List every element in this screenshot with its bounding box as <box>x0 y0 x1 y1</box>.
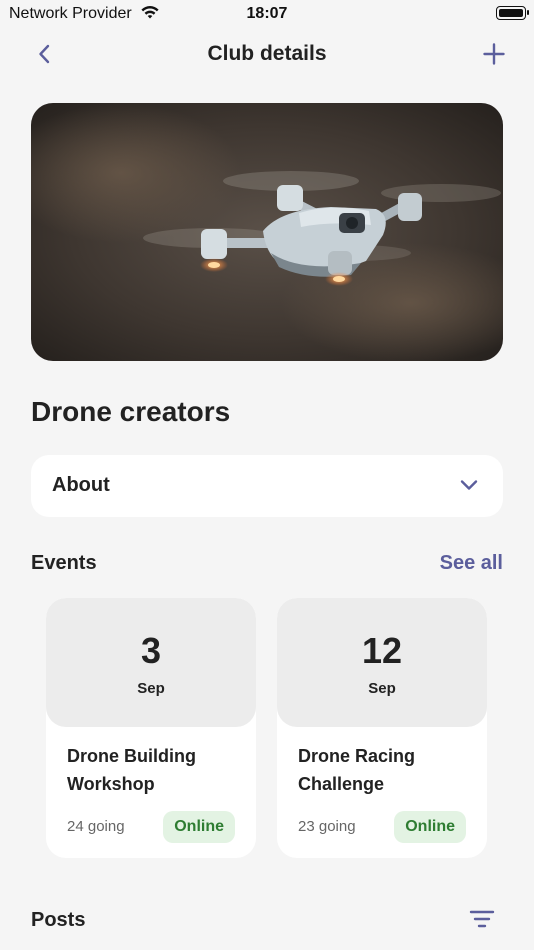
event-month: Sep <box>137 680 165 697</box>
about-label: About <box>52 474 110 496</box>
club-name: Drone creators <box>31 396 231 427</box>
event-status-badge: Online <box>163 811 235 843</box>
events-section-title: Events <box>31 552 97 574</box>
event-day: 3 <box>140 630 162 671</box>
plus-icon <box>483 43 505 65</box>
filter-button[interactable] <box>469 908 495 930</box>
event-card[interactable]: 12 Sep Drone Racing Challenge 23 going O… <box>277 598 487 858</box>
posts-section-title: Posts <box>31 909 86 931</box>
event-month: Sep <box>368 680 396 697</box>
navigation-bar: Club details <box>0 30 534 78</box>
club-cover-image <box>31 103 503 361</box>
event-attendee-count: 24 going <box>67 818 125 835</box>
event-date-block: 3 Sep <box>46 598 256 727</box>
status-bar: Network Provider 18:07 <box>0 0 534 28</box>
page-title: Club details <box>207 42 327 65</box>
event-day: 12 <box>361 630 403 671</box>
filter-icon <box>469 910 495 928</box>
clock: 18:07 <box>246 5 288 22</box>
battery-icon <box>496 6 529 20</box>
add-button[interactable] <box>478 38 510 70</box>
event-attendee-count: 23 going <box>298 818 356 835</box>
about-section-toggle[interactable]: About <box>31 455 503 517</box>
event-card[interactable]: 3 Sep Drone Building Workshop 24 going O… <box>46 598 256 858</box>
event-date-block: 12 Sep <box>277 598 487 727</box>
chevron-down-icon <box>460 480 478 490</box>
event-status-badge: Online <box>394 811 466 843</box>
event-title: Drone Building Workshop <box>67 746 196 794</box>
see-all-events-link[interactable]: See all <box>440 552 503 575</box>
event-title: Drone Racing Challenge <box>298 746 416 794</box>
